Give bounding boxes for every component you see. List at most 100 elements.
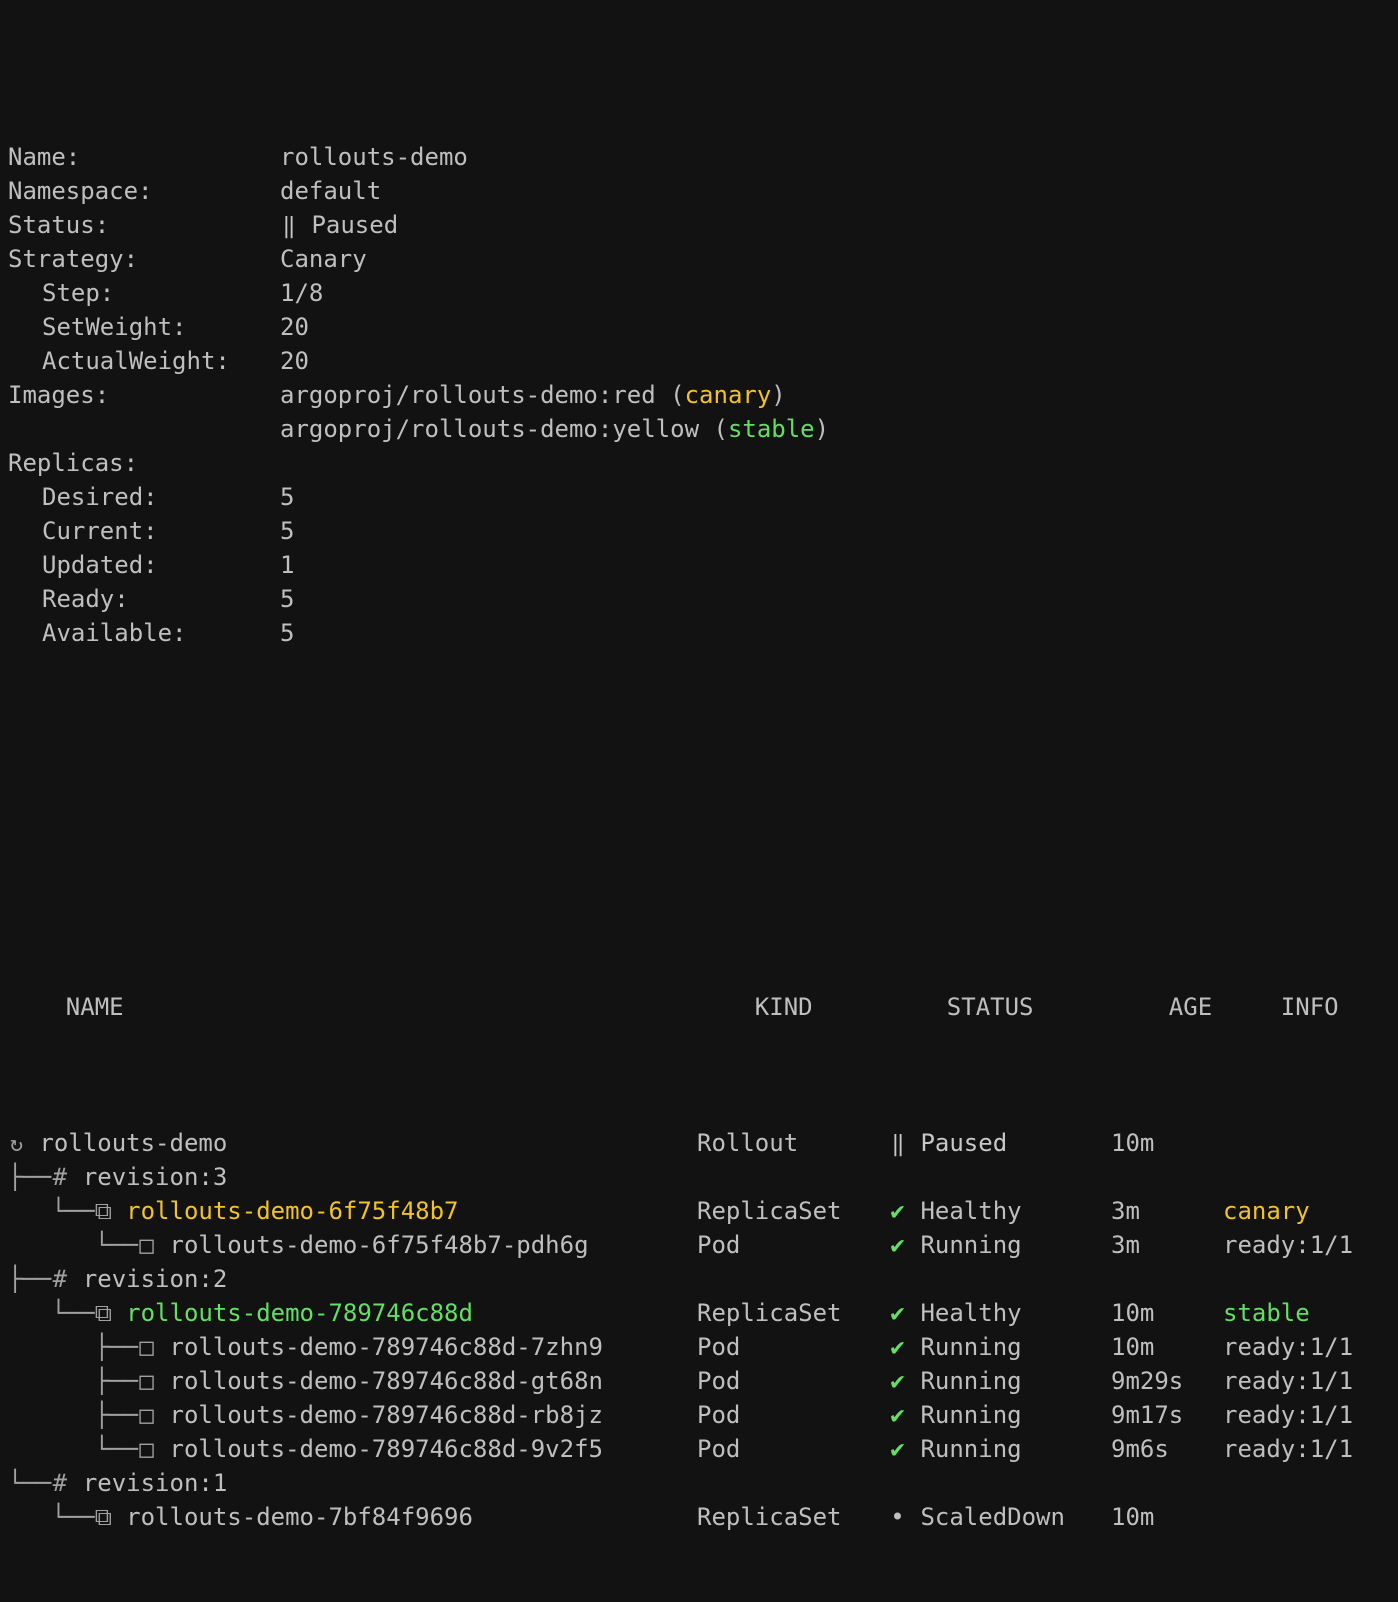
replicaset-icon: ⧉ <box>94 1299 112 1327</box>
resource-name: rollouts-demo-789746c88d-7zhn9 <box>169 1333 603 1361</box>
replicas-row: Updated: 1 <box>8 548 1398 582</box>
summary-row: Namespace: default <box>8 174 1398 208</box>
pause-icon: ‖ <box>891 1132 904 1157</box>
replicas-value: 5 <box>280 585 295 613</box>
cell-age: 10m <box>1111 1299 1155 1327</box>
cell-kind: ReplicaSet <box>697 1503 842 1531</box>
cell-age: 9m29s <box>1111 1367 1184 1395</box>
cell-name: ├──□ rollouts-demo-789746c88d-7zhn9 <box>8 1330 697 1364</box>
tree-branch: └── <box>8 1469 52 1497</box>
status-label: Running <box>920 1435 1022 1463</box>
summary-key: Namespace: <box>8 177 153 205</box>
hash-icon: # <box>52 1163 68 1191</box>
replicas-row: Desired: 5 <box>8 480 1398 514</box>
check-icon: ✔ <box>890 1367 905 1395</box>
image-tag-stable: stable <box>727 415 815 443</box>
table-row[interactable]: ├──# revision:2 <box>8 1262 1398 1296</box>
cell-age: 10m <box>1111 1503 1155 1531</box>
image-tag-paren-open: ( <box>670 381 685 409</box>
resource-tree: ↻ rollouts-demo Rollout ‖ Paused 10m ├──# re… <box>8 1126 1398 1534</box>
status-label: Healthy <box>920 1197 1022 1225</box>
cell-kind: Pod <box>697 1401 741 1429</box>
replicas-row: Current: 5 <box>8 514 1398 548</box>
cell-name: └──⧉ rollouts-demo-6f75f48b7 <box>8 1194 697 1228</box>
cell-kind: ReplicaSet <box>697 1299 842 1327</box>
cell-info: ready:1/1 <box>1223 1435 1354 1463</box>
tree-branch: └── <box>8 1503 95 1531</box>
replicas-value: 5 <box>280 619 295 647</box>
image-name: argoproj/rollouts-demo:red <box>280 381 656 409</box>
cell-status: ✔ Running <box>889 1364 1111 1398</box>
tree-branch: └── <box>8 1435 139 1463</box>
cell-age: 9m6s <box>1111 1435 1169 1463</box>
cell-status: ✔ Healthy <box>889 1194 1111 1228</box>
column-header-status: STATUS <box>946 993 1034 1021</box>
cell-kind: Rollout <box>697 1129 799 1157</box>
cell-kind: Pod <box>697 1435 741 1463</box>
cell-age: 9m17s <box>1111 1401 1184 1429</box>
summary-value: rollouts-demo <box>280 143 468 171</box>
cell-name: └──⧉ rollouts-demo-7bf84f9696 <box>8 1500 697 1534</box>
pod-icon: □ <box>139 1367 154 1395</box>
resource-name: revision:2 <box>82 1265 228 1293</box>
cell-status: • ScaledDown <box>889 1500 1111 1534</box>
dot-icon: • <box>890 1503 905 1531</box>
cell-status: ✔ Healthy <box>889 1296 1111 1330</box>
cell-status: ✔ Running <box>889 1228 1111 1262</box>
pod-icon: □ <box>139 1333 154 1361</box>
image-tag-paren-close: ) <box>771 381 786 409</box>
cell-name: └──□ rollouts-demo-789746c88d-9v2f5 <box>8 1432 697 1466</box>
cell-kind: Pod <box>697 1367 741 1395</box>
table-row[interactable]: ↻ rollouts-demo Rollout ‖ Paused 10m <box>8 1126 1398 1160</box>
cell-name: ↻ rollouts-demo <box>8 1126 697 1162</box>
table-row[interactable]: └──⧉ rollouts-demo-6f75f48b7 ReplicaSet ✔ … <box>8 1194 1398 1228</box>
summary-key: Name: <box>8 143 81 171</box>
status-label: Healthy <box>920 1299 1022 1327</box>
table-row[interactable]: └──□ rollouts-demo-789746c88d-9v2f5 Pod ✔ … <box>8 1432 1398 1466</box>
resource-name: rollouts-demo-6f75f48b7-pdh6g <box>169 1231 589 1259</box>
cell-status: ✔ Running <box>889 1330 1111 1364</box>
table-row[interactable]: └──⧉ rollouts-demo-789746c88d ReplicaSet ✔… <box>8 1296 1398 1330</box>
pod-icon: □ <box>139 1231 154 1259</box>
tree-branch: ├── <box>8 1333 139 1361</box>
table-row[interactable]: └──□ rollouts-demo-6f75f48b7-pdh6g Pod ✔ R… <box>8 1228 1398 1262</box>
cell-info: ready:1/1 <box>1223 1333 1354 1361</box>
cell-status: ✔ Running <box>889 1398 1111 1432</box>
check-icon: ✔ <box>890 1299 905 1327</box>
hash-icon: # <box>52 1469 68 1497</box>
summary-row: Strategy: Canary <box>8 242 1398 276</box>
tree-branch: ├── <box>8 1163 52 1191</box>
summary-key: Strategy: <box>8 245 139 273</box>
summary-value: Paused <box>311 211 399 239</box>
table-row[interactable]: ├──□ rollouts-demo-789746c88d-7zhn9 Pod ✔ … <box>8 1330 1398 1364</box>
replicas-value: 5 <box>280 517 295 545</box>
replicaset-icon: ⧉ <box>94 1503 112 1531</box>
replicas-row: Ready: 5 <box>8 582 1398 616</box>
cell-name: ├──# revision:2 <box>8 1262 697 1296</box>
check-icon: ✔ <box>890 1333 905 1361</box>
replicas-key-ready: Ready: <box>42 585 129 613</box>
check-icon: ✔ <box>890 1435 905 1463</box>
table-row[interactable]: ├──□ rollouts-demo-789746c88d-rb8jz Pod ✔ … <box>8 1398 1398 1432</box>
table-row[interactable]: ├──□ rollouts-demo-789746c88d-gt68n Pod ✔ … <box>8 1364 1398 1398</box>
replicas-key-desired: Desired: <box>42 483 158 511</box>
replicaset-icon: ⧉ <box>94 1197 112 1225</box>
tree-branch: ├── <box>8 1367 139 1395</box>
summary-row: Step: 1/8 <box>8 276 1398 310</box>
replicas-key-updated: Updated: <box>42 551 158 579</box>
status-label: Running <box>920 1333 1022 1361</box>
table-row[interactable]: └──# revision:1 <box>8 1466 1398 1500</box>
replicas-key: Replicas: <box>8 449 139 477</box>
summary-row: Status: ‖ Paused <box>8 208 1398 242</box>
table-row[interactable]: ├──# revision:3 <box>8 1160 1398 1194</box>
hash-icon: # <box>52 1265 68 1293</box>
column-header-age: AGE <box>1168 993 1213 1021</box>
check-icon: ✔ <box>890 1197 905 1225</box>
image-row: argoproj/rollouts-demo:yellow (stable) <box>8 412 1398 446</box>
summary-row: Name: rollouts-demo <box>8 140 1398 174</box>
summary-value: default <box>280 177 382 205</box>
cell-info: ready:1/1 <box>1223 1231 1354 1259</box>
resource-name: rollouts-demo-7bf84f9696 <box>126 1503 473 1531</box>
table-row[interactable]: └──⧉ rollouts-demo-7bf84f9696 ReplicaSet •… <box>8 1500 1398 1534</box>
cell-info: ready:1/1 <box>1223 1401 1354 1429</box>
